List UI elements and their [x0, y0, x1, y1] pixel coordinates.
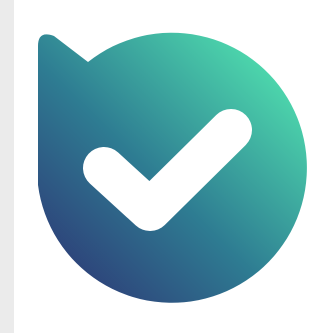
logo-canvas	[0, 0, 322, 333]
checkmark-badge-logo-icon	[38, 32, 307, 303]
